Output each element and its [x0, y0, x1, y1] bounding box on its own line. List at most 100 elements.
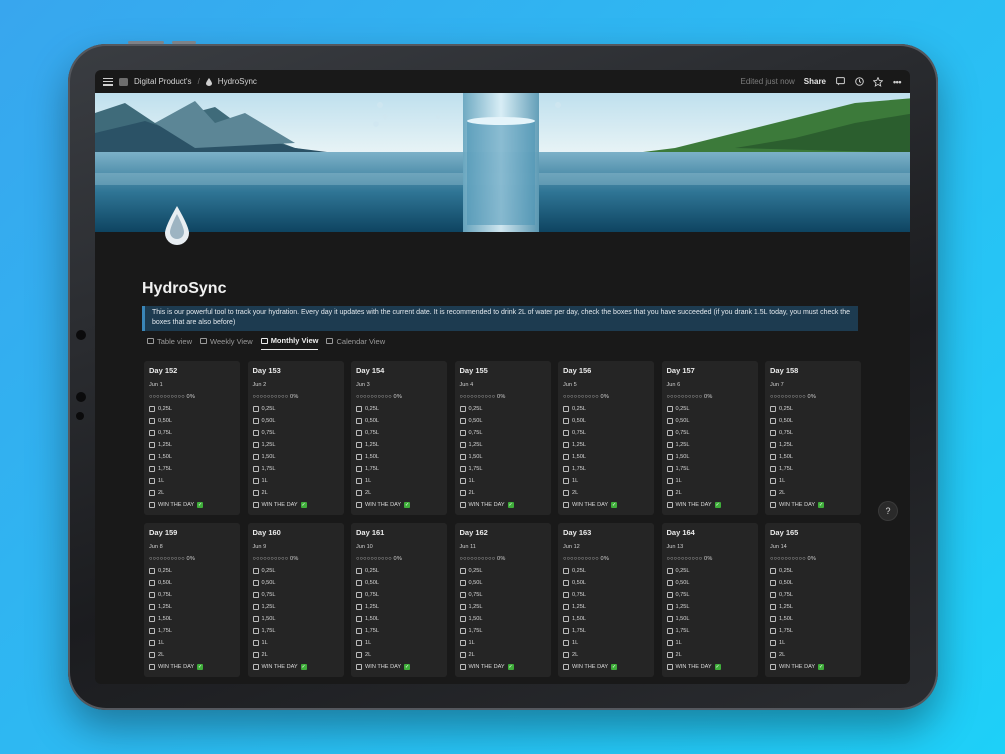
checkbox[interactable] — [666, 664, 673, 670]
day-card[interactable]: Day 158 Jun 7 ○○○○○○○○○○ 0% 0,25L 0,50L 0,75L… — [765, 361, 861, 515]
checkbox[interactable] — [459, 454, 466, 460]
win-the-day-item[interactable]: WIN THE DAY ✓ — [459, 499, 546, 511]
checklist-item[interactable]: 1,25L — [666, 439, 753, 451]
checklist-item[interactable]: 1,25L — [356, 601, 442, 613]
checkbox[interactable] — [666, 442, 673, 448]
day-card[interactable]: Day 159 Jun 8 ○○○○○○○○○○ 0% 0,25L 0,50L 0,75L… — [144, 523, 240, 677]
checkbox[interactable] — [770, 454, 776, 460]
checklist-item[interactable]: 1,25L — [770, 439, 856, 451]
checkbox[interactable] — [770, 616, 776, 622]
checkbox[interactable] — [252, 592, 259, 598]
checklist-item[interactable]: 1,75L — [356, 463, 442, 475]
checkbox[interactable] — [563, 592, 569, 598]
checklist-item[interactable]: 1,75L — [149, 463, 235, 475]
checklist-item[interactable]: 1,25L — [770, 601, 856, 613]
checkbox[interactable] — [666, 652, 673, 658]
checklist-item[interactable]: 0,50L — [252, 415, 339, 427]
day-card[interactable]: Day 152 Jun 1 ○○○○○○○○○○ 0% 0,25L 0,50L 0,75L… — [144, 361, 240, 515]
help-button[interactable]: ? — [879, 502, 897, 520]
checkbox[interactable] — [563, 652, 569, 658]
tab-calendar-view[interactable]: Calendar View — [326, 336, 385, 350]
checklist-item[interactable]: 0,50L — [252, 577, 339, 589]
checkbox[interactable] — [563, 406, 569, 412]
checklist-item[interactable]: 0,25L — [563, 565, 649, 577]
checkbox[interactable] — [563, 664, 569, 670]
checklist-item[interactable]: 1L — [149, 637, 235, 649]
checklist-item[interactable]: 1L — [563, 637, 649, 649]
checkbox[interactable] — [252, 640, 259, 646]
checkbox[interactable] — [666, 580, 673, 586]
checkbox[interactable] — [770, 652, 776, 658]
checklist-item[interactable]: 2L — [356, 649, 442, 661]
checkbox[interactable] — [356, 616, 362, 622]
checklist-item[interactable]: 0,50L — [770, 577, 856, 589]
checkbox[interactable] — [770, 502, 776, 508]
checklist-item[interactable]: 0,75L — [666, 427, 753, 439]
checkbox[interactable] — [252, 616, 259, 622]
menu-icon[interactable] — [103, 77, 113, 86]
checklist-item[interactable]: 2L — [459, 649, 546, 661]
checklist-item[interactable]: 1,75L — [252, 625, 339, 637]
checklist-item[interactable]: 0,25L — [252, 403, 339, 415]
checkbox[interactable] — [666, 490, 673, 496]
checklist-item[interactable]: 2L — [770, 487, 856, 499]
checklist-item[interactable]: 1,75L — [666, 625, 753, 637]
checklist-item[interactable]: 0,50L — [666, 577, 753, 589]
checklist-item[interactable]: 0,50L — [149, 577, 235, 589]
checkbox[interactable] — [459, 430, 466, 436]
checkbox[interactable] — [666, 502, 673, 508]
win-the-day-item[interactable]: WIN THE DAY ✓ — [563, 499, 649, 511]
checklist-item[interactable]: 0,25L — [666, 565, 753, 577]
checklist-item[interactable]: 0,25L — [356, 403, 442, 415]
checkbox[interactable] — [356, 580, 362, 586]
checklist-item[interactable]: 1L — [356, 475, 442, 487]
checkbox[interactable] — [770, 490, 776, 496]
breadcrumb-parent[interactable]: Digital Product's — [134, 77, 192, 86]
checkbox[interactable] — [149, 418, 155, 424]
win-the-day-item[interactable]: WIN THE DAY ✓ — [149, 499, 235, 511]
checkbox[interactable] — [356, 454, 362, 460]
checkbox[interactable] — [563, 616, 569, 622]
checkbox[interactable] — [563, 568, 569, 574]
checkbox[interactable] — [666, 616, 673, 622]
checklist-item[interactable]: 1L — [666, 637, 753, 649]
checkbox[interactable] — [356, 592, 362, 598]
checkbox[interactable] — [252, 430, 259, 436]
checkbox[interactable] — [563, 478, 569, 484]
win-the-day-item[interactable]: WIN THE DAY ✓ — [459, 661, 546, 673]
share-button[interactable]: Share — [804, 77, 826, 86]
checkbox[interactable] — [252, 604, 259, 610]
checklist-item[interactable]: 2L — [666, 487, 753, 499]
checklist-item[interactable]: 1L — [563, 475, 649, 487]
checkbox[interactable] — [356, 664, 362, 670]
checkbox[interactable] — [666, 640, 673, 646]
checklist-item[interactable]: 0,25L — [149, 565, 235, 577]
checkbox[interactable] — [666, 454, 673, 460]
checkbox[interactable] — [252, 466, 259, 472]
checklist-item[interactable]: 2L — [149, 649, 235, 661]
checkbox[interactable] — [149, 616, 155, 622]
checkbox[interactable] — [770, 628, 776, 634]
checklist-item[interactable]: 0,50L — [459, 415, 546, 427]
checkbox[interactable] — [563, 490, 569, 496]
checklist-item[interactable]: 0,75L — [252, 589, 339, 601]
day-card[interactable]: Day 164 Jun 13 ○○○○○○○○○○ 0% 0,25L 0,50L 0,75… — [661, 523, 758, 677]
checklist-item[interactable]: 0,25L — [770, 403, 856, 415]
checkbox[interactable] — [252, 502, 259, 508]
checklist-item[interactable]: 0,50L — [563, 577, 649, 589]
checklist-item[interactable]: 0,50L — [459, 577, 546, 589]
checkbox[interactable] — [459, 418, 466, 424]
checkbox[interactable] — [252, 664, 259, 670]
checkbox[interactable] — [563, 442, 569, 448]
checkbox[interactable] — [149, 640, 155, 646]
checklist-item[interactable]: 1L — [770, 475, 856, 487]
checkbox[interactable] — [356, 418, 362, 424]
win-the-day-item[interactable]: WIN THE DAY ✓ — [356, 661, 442, 673]
checklist-item[interactable]: 1,50L — [666, 451, 753, 463]
checklist-item[interactable]: 1,50L — [666, 613, 753, 625]
win-the-day-item[interactable]: WIN THE DAY ✓ — [252, 661, 339, 673]
checkbox[interactable] — [149, 604, 155, 610]
checklist-item[interactable]: 1,25L — [252, 439, 339, 451]
checklist-item[interactable]: 0,50L — [563, 415, 649, 427]
checklist-item[interactable]: 1L — [770, 637, 856, 649]
